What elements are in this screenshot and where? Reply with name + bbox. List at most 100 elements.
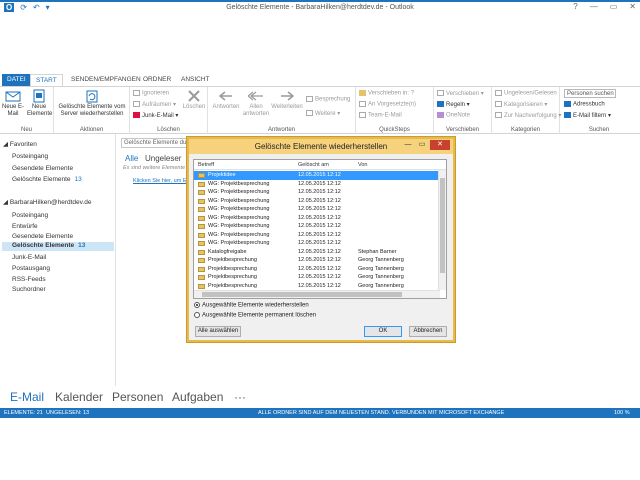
nav-more[interactable]: ··· (234, 390, 246, 404)
tab-senden-empfangen[interactable]: SENDEN/EMPFANGEN (66, 74, 146, 86)
junk-button[interactable]: Junk-E-Mail ▾ (133, 112, 178, 119)
tab-start[interactable]: START (30, 74, 63, 86)
favorites-header[interactable]: ◢ Favoriten (3, 140, 37, 148)
filter-all[interactable]: Alle (125, 154, 138, 163)
tab-ansicht[interactable]: ANSICHT (176, 74, 215, 86)
new-items-button[interactable]: Neue Elemente (27, 89, 52, 118)
group-verschieben: Verschieben ▾ Regeln ▾ OneNote Verschieb… (434, 87, 492, 134)
table-row[interactable]: Projektbesprechung 12.05.2015 12:12 Georg … (194, 265, 438, 274)
forward-button[interactable]: Weiterleiten (270, 89, 304, 111)
group-label: Antworten (267, 127, 295, 133)
minimize-button[interactable]: — (590, 2, 598, 11)
table-row[interactable]: WG: Projektbesprechung 12.05.2015 12:12 (194, 231, 438, 240)
table-row[interactable]: Projektbesprechung 12.05.2015 12:12 Georg … (194, 256, 438, 265)
rules-icon (437, 101, 444, 108)
table-row[interactable]: Katalogfreigabe 12.05.2015 12:12 Stephan B… (194, 248, 438, 257)
column-deleted[interactable]: Gelöscht am (298, 162, 329, 168)
dialog-close-button[interactable]: ✕ (430, 140, 450, 150)
more-button[interactable]: Weitere ▾ (306, 110, 340, 117)
filter-unread[interactable]: Ungeleser (145, 154, 181, 163)
nav-people[interactable]: Personen (112, 390, 163, 404)
nav-folder-geloeschte[interactable]: Gelöschte Elemente 13 (2, 242, 114, 251)
envelope-icon (5, 91, 21, 102)
address-book-button[interactable]: Adressbuch (564, 101, 605, 108)
followup-button[interactable]: Zur Nachverfolgung ▾ (495, 112, 561, 119)
scroll-thumb[interactable] (202, 292, 402, 297)
dialog-controls: — ▭ ✕ (402, 140, 450, 150)
radio-purge[interactable]: Ausgewählte Elemente permanent löschen (194, 312, 316, 319)
new-items-icon (33, 89, 45, 103)
radio-restore[interactable]: Ausgewählte Elemente wiederherstellen (194, 302, 309, 309)
reply-all-button[interactable]: Allen antworten (242, 89, 270, 118)
tab-datei[interactable]: DATEI (2, 74, 31, 86)
onenote-button[interactable]: OneNote (437, 112, 470, 119)
reply-button[interactable]: Antworten (210, 89, 242, 111)
nav-favorite-geloeschte[interactable]: Gelöschte Elemente 13 (12, 176, 82, 183)
rules-button[interactable]: Regeln ▾ (437, 101, 470, 108)
help-icon[interactable]: ? (573, 2, 577, 11)
column-from[interactable]: Von (358, 162, 367, 168)
cleanup-button[interactable]: Aufräumen ▾ (133, 101, 176, 108)
restore-deleted-button[interactable]: Gelöschte Elemente vom Server wiederhers… (56, 89, 128, 118)
table-row[interactable]: WG: Projektbesprechung 12.05.2015 12:12 (194, 188, 438, 197)
folder-item-icon (198, 173, 205, 178)
table-row[interactable]: Projektbesprechung 12.05.2015 12:12 Georg … (194, 282, 438, 291)
filter-email-button[interactable]: E-Mail filtern ▾ (564, 112, 611, 119)
quickstep-team-email[interactable]: Team-E-Mail (359, 112, 402, 119)
nav-folder-postausgang[interactable]: Postausgang (12, 265, 50, 272)
meeting-button[interactable]: Besprechung (306, 96, 350, 103)
nav-email[interactable]: E-Mail (10, 390, 44, 404)
search-input[interactable]: Gelöschte Elemente du (121, 138, 191, 148)
nav-favorite-gesendete[interactable]: Gesendete Elemente (12, 165, 73, 172)
move-button[interactable]: Verschieben ▾ (437, 90, 484, 97)
quickstep-to-manager[interactable]: An Vorgesetzte(n) (359, 101, 416, 108)
new-email-button[interactable]: Neue E-Mail (2, 89, 24, 118)
quickstep-move-to[interactable]: Verschieben in: ? (359, 90, 414, 97)
dialog-minimize-button[interactable]: — (402, 140, 414, 150)
tab-ordner[interactable]: ORDNER (138, 74, 176, 86)
table-row[interactable]: WG: Projektbesprechung 12.05.2015 12:12 (194, 239, 438, 248)
table-row[interactable]: Projektidee 12.05.2015 12:12 (194, 171, 438, 180)
ignore-button[interactable]: Ignorieren (133, 90, 169, 97)
column-subject[interactable]: Betreff (198, 162, 214, 168)
nav-calendar[interactable]: Kalender (55, 390, 103, 404)
table-row[interactable]: WG: Projektbesprechung 12.05.2015 12:12 (194, 180, 438, 189)
group-label: Neu (20, 127, 32, 133)
group-antworten: Antworten Allen antworten Weiterleiten B… (208, 87, 356, 134)
account-header[interactable]: ◢ BarbaraHilken@herdtdev.de (3, 198, 91, 206)
folder-item-icon (198, 215, 205, 221)
table-row[interactable]: WG: Projektbesprechung 12.05.2015 12:12 (194, 197, 438, 206)
deleted-items-list[interactable]: Betreff Gelöscht am Von Projektidee 12.05… (193, 159, 447, 299)
nav-folder-suchordner[interactable]: Suchordner (12, 286, 46, 293)
exchange-link[interactable]: Klicken Sie hier, um Exc (133, 178, 192, 184)
nav-folder-posteingang[interactable]: Posteingang (12, 212, 48, 219)
nav-tasks[interactable]: Aufgaben (172, 390, 223, 404)
table-row[interactable]: Projektbesprechung 12.05.2015 12:12 Georg … (194, 273, 438, 282)
nav-folder-entwuerfe[interactable]: Entwürfe (12, 223, 38, 230)
table-row[interactable]: WG: Projektbesprechung 12.05.2015 12:12 (194, 222, 438, 231)
close-button[interactable]: ✕ (629, 2, 636, 11)
cancel-button[interactable]: Abbrechen (409, 326, 447, 337)
table-row[interactable]: WG: Projektbesprechung 12.05.2015 12:12 (194, 214, 438, 223)
nav-folder-junk[interactable]: Junk-E-Mail (12, 254, 46, 261)
table-row[interactable]: WG: Projektbesprechung 12.05.2015 12:12 (194, 205, 438, 214)
delete-button[interactable]: Löschen (182, 89, 206, 111)
nav-folder-rss[interactable]: RSS-Feeds (12, 276, 46, 283)
vertical-scrollbar[interactable] (438, 170, 446, 290)
nav-folder-gesendete[interactable]: Gesendete Elemente (12, 233, 73, 240)
status-zoom[interactable]: 100 % (614, 410, 630, 416)
search-people-input[interactable]: Personen suchen (564, 89, 616, 98)
horizontal-scrollbar[interactable] (194, 290, 440, 298)
status-unread: UNGELESEN: 13 (46, 410, 90, 416)
ok-button[interactable]: OK (364, 326, 402, 337)
categorize-button[interactable]: Kategorisieren ▾ (495, 101, 547, 108)
folder-item-icon (198, 266, 205, 272)
nav-favorite-posteingang[interactable]: Posteingang (12, 153, 48, 160)
select-all-button[interactable]: Alle auswählen (195, 326, 241, 337)
more-icon (306, 110, 313, 117)
unread-read-button[interactable]: Ungelesen/Gelesen (495, 90, 557, 97)
row-deleted: 12.05.2015 12:12 (298, 240, 341, 246)
scroll-thumb[interactable] (440, 178, 445, 273)
restore-button[interactable]: ▭ (610, 2, 618, 11)
dialog-maximize-button[interactable]: ▭ (416, 140, 428, 150)
